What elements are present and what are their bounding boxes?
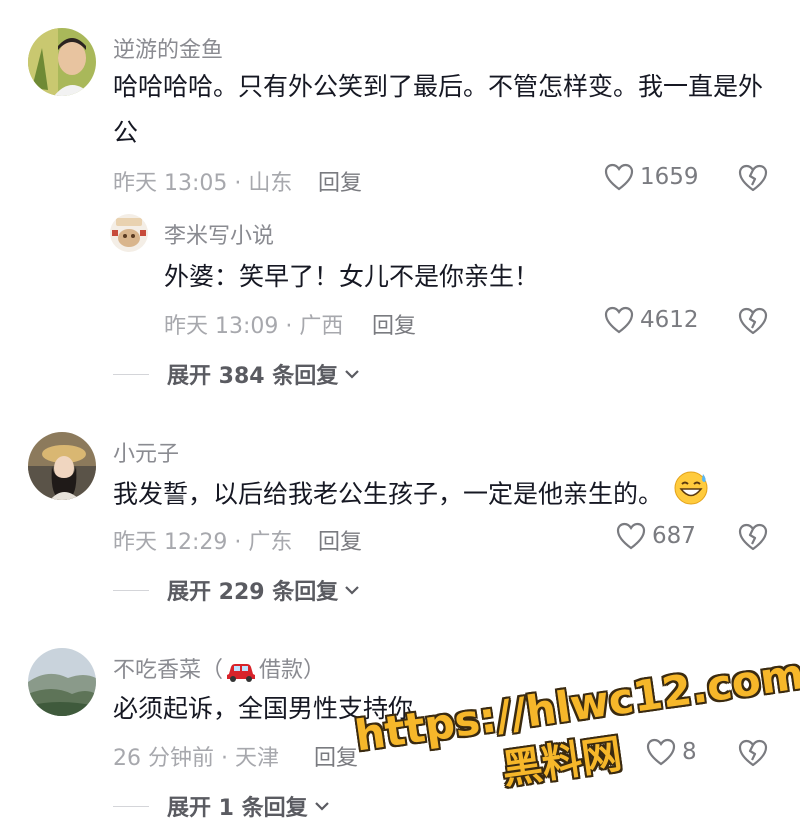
avatar[interactable] bbox=[28, 28, 96, 96]
time-location: 昨天 13:05 · 山东 bbox=[113, 171, 293, 196]
reply-text: 外婆：笑早了！女儿不是你亲生！ bbox=[164, 262, 540, 291]
reply-time-location: 昨天 13:09 · 广西 bbox=[164, 314, 344, 339]
expand-replies-button[interactable]: 展开 229 条回复 bbox=[113, 574, 360, 606]
username-tag: 借款） bbox=[259, 658, 326, 683]
heart-icon bbox=[646, 738, 676, 766]
like-count: 8 bbox=[682, 739, 697, 765]
reply-like-count: 4612 bbox=[640, 307, 699, 333]
expand-replies-button[interactable]: 展开 1 条回复 bbox=[113, 790, 330, 822]
expand-label: 展开 229 条回复 bbox=[167, 580, 339, 605]
heart-icon bbox=[616, 522, 646, 550]
like-button[interactable]: 687 bbox=[616, 522, 696, 550]
time-location: 昨天 12:29 · 广东 bbox=[113, 530, 293, 555]
grin-sweat-emoji bbox=[673, 470, 709, 521]
comment-text: 必须起诉，全国男性支持你 bbox=[113, 694, 414, 723]
like-count: 1659 bbox=[640, 164, 699, 190]
broken-heart-icon bbox=[738, 307, 768, 335]
heart-icon bbox=[604, 163, 634, 191]
reply-button[interactable]: 回复 bbox=[318, 165, 362, 197]
dislike-button[interactable] bbox=[738, 164, 768, 196]
broken-heart-icon bbox=[738, 523, 768, 551]
reply-button[interactable]: 回复 bbox=[314, 740, 358, 772]
expand-label: 展开 384 条回复 bbox=[167, 364, 339, 389]
comment-text: 我发誓，以后给我老公生孩子，一定是他亲生的。 bbox=[113, 470, 793, 521]
chevron-down-icon bbox=[345, 370, 360, 379]
like-count: 687 bbox=[652, 523, 696, 549]
reply-username[interactable]: 李米写小说 bbox=[164, 218, 274, 250]
username-text: 不吃香菜（ bbox=[113, 658, 224, 683]
watermark-site-name: 黑料网 bbox=[499, 731, 625, 794]
avatar[interactable] bbox=[28, 432, 96, 500]
divider-line bbox=[113, 805, 149, 807]
time-location: 26 分钟前 · 天津 bbox=[113, 746, 279, 771]
dislike-button[interactable] bbox=[738, 523, 768, 555]
like-button[interactable]: 1659 bbox=[604, 163, 699, 191]
like-button[interactable]: 8 bbox=[646, 738, 697, 766]
broken-heart-icon bbox=[738, 739, 768, 767]
expand-replies-button[interactable]: 展开 384 条回复 bbox=[113, 358, 360, 390]
dislike-button[interactable] bbox=[738, 739, 768, 771]
username[interactable]: 逆游的金鱼 bbox=[113, 32, 223, 64]
reply-avatar[interactable] bbox=[110, 214, 148, 252]
username[interactable]: 小元子 bbox=[113, 436, 179, 468]
reply-like-button[interactable]: 4612 bbox=[604, 306, 699, 334]
chevron-down-icon bbox=[314, 802, 329, 811]
username[interactable]: 不吃香菜（ 借款） bbox=[113, 652, 325, 684]
comment-text-content: 我发誓，以后给我老公生孩子，一定是他亲生的。 bbox=[113, 479, 664, 509]
divider-line bbox=[113, 373, 149, 375]
heart-icon bbox=[604, 306, 634, 334]
comment-text: 哈哈哈哈。只有外公笑到了最后。不管怎样变。我一直是外公 bbox=[113, 72, 764, 147]
reply-button[interactable]: 回复 bbox=[318, 524, 362, 556]
avatar[interactable] bbox=[28, 648, 96, 716]
expand-label: 展开 1 条回复 bbox=[167, 796, 308, 821]
broken-heart-icon bbox=[738, 164, 768, 192]
divider-line bbox=[113, 589, 149, 591]
reply-dislike-button[interactable] bbox=[738, 307, 768, 339]
car-icon bbox=[227, 664, 256, 682]
chevron-down-icon bbox=[345, 586, 360, 595]
reply-reply-button[interactable]: 回复 bbox=[372, 308, 416, 340]
